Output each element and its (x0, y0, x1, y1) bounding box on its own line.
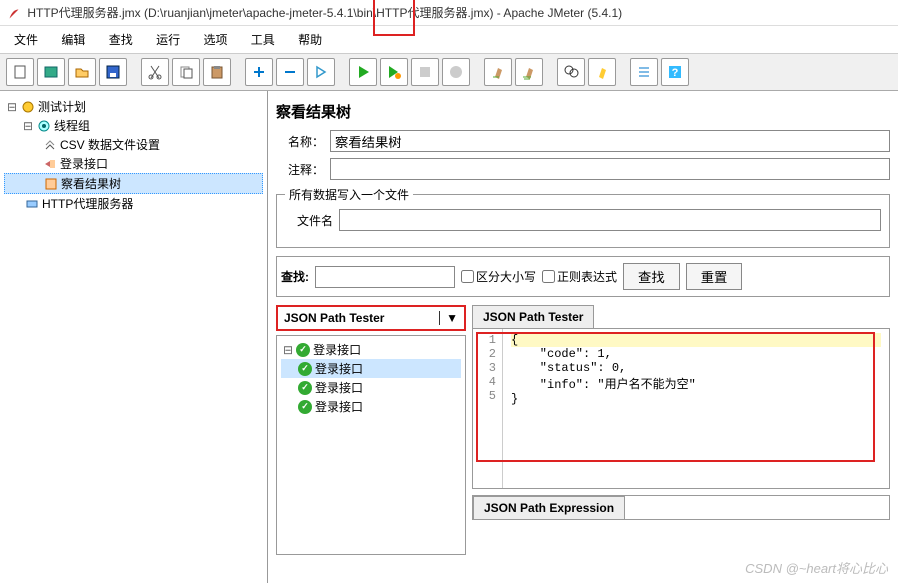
find-button[interactable]: 查找 (623, 263, 680, 290)
comment-input[interactable] (330, 158, 890, 180)
filename-input[interactable] (339, 209, 881, 231)
tree-threadgroup[interactable]: ⊟线程组 (4, 116, 263, 135)
toolbar: ? (0, 54, 898, 91)
search-label: 查找: (281, 268, 309, 285)
search-row: 查找: 区分大小写 正则表达式 查找 重置 (276, 256, 890, 297)
search-button[interactable] (557, 58, 585, 86)
tree-login[interactable]: 登录接口 (4, 154, 263, 173)
function-helper-button[interactable] (630, 58, 658, 86)
right-panel: 察看结果树 名称： 注释： 所有数据写入一个文件 文件名 查找: 区分大小写 正… (268, 91, 898, 583)
titlebar: HTTP代理服务器.jmx (D:\ruanjian\jmeter\apache… (0, 0, 898, 26)
clear-all-button[interactable] (515, 58, 543, 86)
tree-resulttree[interactable]: 察看结果树 (4, 173, 263, 194)
bottom-tabs: JSON Path Expression (472, 495, 890, 520)
tree-proxy[interactable]: HTTP代理服务器 (4, 194, 263, 213)
tree-testplan[interactable]: ⊟测试计划 (4, 97, 263, 116)
cut-button[interactable] (141, 58, 169, 86)
case-checkbox[interactable] (461, 270, 474, 283)
window-title: HTTP代理服务器.jmx (D:\ruanjian\jmeter\apache… (27, 6, 622, 20)
help-button[interactable]: ? (661, 58, 689, 86)
result-node[interactable]: ✓登录接口 (281, 397, 461, 416)
menu-help[interactable]: 帮助 (288, 28, 332, 51)
expand-button[interactable] (245, 58, 273, 86)
menu-edit[interactable]: 编辑 (51, 28, 95, 51)
reset-search-button[interactable] (588, 58, 616, 86)
check-icon: ✓ (296, 343, 310, 357)
renderer-selected: JSON Path Tester (284, 311, 384, 325)
regex-checkbox[interactable] (542, 270, 555, 283)
check-icon: ✓ (298, 362, 312, 376)
name-input[interactable] (330, 130, 890, 152)
writefile-fieldset: 所有数据写入一个文件 文件名 (276, 186, 890, 248)
comment-label: 注释： (276, 161, 324, 178)
new-button[interactable] (6, 58, 34, 86)
writefile-legend: 所有数据写入一个文件 (285, 186, 413, 203)
tree-panel: ⊟测试计划 ⊟线程组 CSV 数据文件设置 登录接口 察看结果树 HTTP代理服… (0, 91, 268, 583)
menu-file[interactable]: 文件 (4, 28, 48, 51)
response-body[interactable]: 12345 { "code": 1, "status": 0, "info": … (472, 329, 890, 489)
svg-text:?: ? (672, 67, 679, 79)
watermark: CSDN @~heart将心比心 (745, 558, 888, 577)
result-tree: ⊟✓登录接口 ✓登录接口 ✓登录接口 ✓登录接口 (276, 335, 466, 555)
search-input[interactable] (315, 266, 455, 288)
menu-run[interactable]: 运行 (146, 28, 190, 51)
clear-button[interactable] (484, 58, 512, 86)
name-label: 名称： (276, 133, 324, 150)
filename-label: 文件名 (285, 212, 333, 229)
start-noTimer-button[interactable] (380, 58, 408, 86)
line-gutter: 12345 (473, 329, 503, 488)
json-content: { "code": 1, "status": 0, "info": "用户名不能… (503, 329, 889, 488)
reset-button[interactable]: 重置 (686, 263, 743, 290)
panel-title: 察看结果树 (276, 97, 890, 130)
save-button[interactable] (99, 58, 127, 86)
app-icon (8, 8, 20, 20)
menu-search[interactable]: 查找 (99, 28, 143, 51)
tree-csv[interactable]: CSV 数据文件设置 (4, 135, 263, 154)
toggle-button[interactable] (307, 58, 335, 86)
shutdown-button[interactable] (442, 58, 470, 86)
templates-button[interactable] (37, 58, 65, 86)
chevron-down-icon: ▼ (439, 311, 458, 325)
menubar: 文件 编辑 查找 运行 选项 工具 帮助 (0, 26, 898, 54)
detail-tab[interactable]: JSON Path Tester (472, 305, 594, 328)
stop-button[interactable] (411, 58, 439, 86)
menu-tools[interactable]: 工具 (241, 28, 285, 51)
json-path-tab[interactable]: JSON Path Expression (473, 496, 625, 519)
check-icon: ✓ (298, 381, 312, 395)
menu-options[interactable]: 选项 (193, 28, 237, 51)
open-button[interactable] (68, 58, 96, 86)
paste-button[interactable] (203, 58, 231, 86)
result-node[interactable]: ⊟✓登录接口 (281, 340, 461, 359)
result-node[interactable]: ✓登录接口 (281, 378, 461, 397)
copy-button[interactable] (172, 58, 200, 86)
check-icon: ✓ (298, 400, 312, 414)
result-node[interactable]: ✓登录接口 (281, 359, 461, 378)
start-button[interactable] (349, 58, 377, 86)
renderer-dropdown[interactable]: JSON Path Tester ▼ (276, 305, 466, 331)
collapse-button[interactable] (276, 58, 304, 86)
